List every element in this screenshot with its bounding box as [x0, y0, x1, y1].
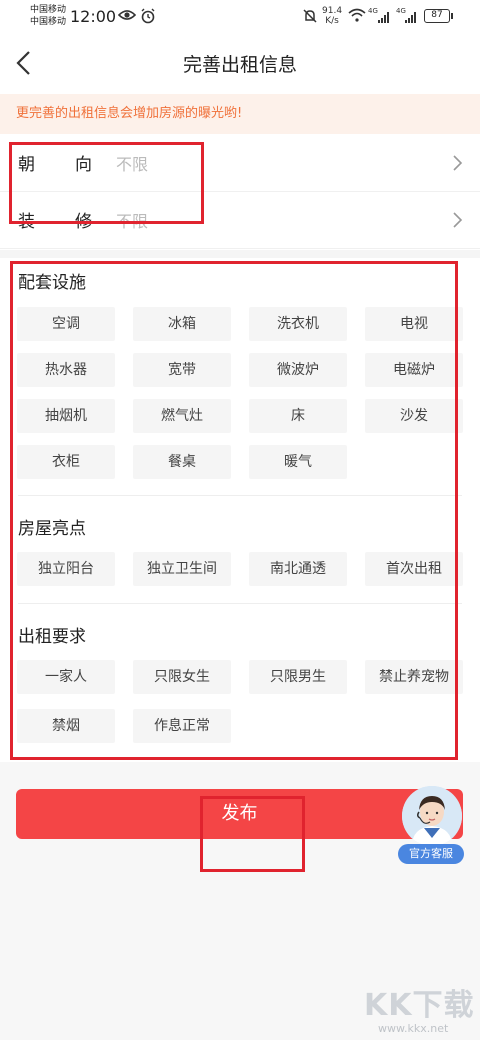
highlights-title: 房屋亮点	[18, 519, 86, 539]
carrier-2: 中国移动	[30, 17, 67, 27]
facility-chip[interactable]: 电视	[365, 307, 463, 341]
net-speed: 91.4 K/s	[322, 6, 342, 26]
decoration-value: 不限	[116, 212, 149, 231]
wifi-icon	[348, 8, 366, 26]
requirement-chip[interactable]: 只限女生	[133, 660, 231, 694]
page-title: 完善出租信息	[182, 54, 297, 76]
highlight-chip[interactable]: 独立阳台	[17, 552, 115, 586]
facility-chip[interactable]: 洗衣机	[249, 307, 347, 341]
requirement-chip[interactable]: 作息正常	[133, 709, 231, 743]
service-avatar-icon	[402, 786, 462, 846]
signal-icon-2	[405, 11, 416, 23]
mute-icon	[302, 8, 318, 28]
facility-chip[interactable]: 宽带	[133, 353, 231, 387]
net-speed-unit: K/s	[325, 16, 339, 26]
highlight-chip[interactable]: 南北通透	[249, 552, 347, 586]
publish-button[interactable]: 发布	[16, 789, 463, 839]
facility-chip[interactable]: 餐桌	[133, 445, 231, 479]
requirement-chip[interactable]: 一家人	[17, 660, 115, 694]
orientation-label: 朝向	[18, 155, 132, 175]
orientation-row[interactable]: 朝向 不限	[0, 136, 480, 192]
eye-icon	[117, 8, 137, 26]
customer-service-button[interactable]: 官方客服	[398, 786, 464, 868]
net-speed-value: 91.4	[322, 6, 343, 16]
facility-chip[interactable]: 电磁炉	[365, 353, 463, 387]
decoration-row[interactable]: 装修 不限	[0, 193, 480, 249]
section-separator	[18, 495, 462, 496]
facility-chip[interactable]: 空调	[17, 307, 115, 341]
section-divider	[0, 250, 480, 258]
network-tag-1: 4G	[368, 7, 378, 15]
facility-chip[interactable]: 热水器	[17, 353, 115, 387]
highlight-chip[interactable]: 首次出租	[365, 552, 463, 586]
service-label: 官方客服	[398, 844, 464, 864]
orientation-value: 不限	[116, 155, 149, 174]
facility-chip[interactable]: 暖气	[249, 445, 347, 479]
requirement-chip[interactable]: 禁止养宠物	[365, 660, 463, 694]
chevron-right-icon	[452, 154, 464, 172]
requirement-chip[interactable]: 禁烟	[17, 709, 115, 743]
requirements-title: 出租要求	[18, 627, 86, 647]
highlight-chip[interactable]: 独立卫生间	[133, 552, 231, 586]
watermark-brand: KK下载	[364, 988, 475, 1023]
facility-chip[interactable]: 微波炉	[249, 353, 347, 387]
facility-chip[interactable]: 沙发	[365, 399, 463, 433]
watermark-url: www.kkx.net	[378, 1022, 449, 1035]
facility-chip[interactable]: 床	[249, 399, 347, 433]
carrier-1: 中国移动	[30, 5, 67, 15]
facility-chip[interactable]: 冰箱	[133, 307, 231, 341]
decoration-label: 装修	[18, 212, 132, 232]
status-bar: 中国移动 中国移动 12:00 91.4 K/s 4G 4G 87	[0, 0, 480, 34]
alarm-icon	[140, 8, 156, 28]
facility-chip[interactable]: 燃气灶	[133, 399, 231, 433]
notice-banner: 更完善的出租信息会增加房源的曝光哟!	[0, 94, 480, 134]
battery-icon: 87	[424, 9, 453, 23]
carrier-info: 中国移动 中国移动	[30, 4, 66, 28]
signal-icon	[378, 11, 389, 23]
facility-chip[interactable]: 抽烟机	[17, 399, 115, 433]
section-separator	[18, 603, 462, 604]
clock: 12:00	[70, 7, 117, 26]
requirement-chip[interactable]: 只限男生	[249, 660, 347, 694]
watermark-logo: KK下载 www.kkx.net	[364, 980, 476, 1036]
chevron-right-icon	[452, 211, 464, 229]
facilities-title: 配套设施	[18, 273, 86, 293]
nav-bar: 完善出租信息	[0, 34, 480, 94]
facility-chip[interactable]: 衣柜	[17, 445, 115, 479]
